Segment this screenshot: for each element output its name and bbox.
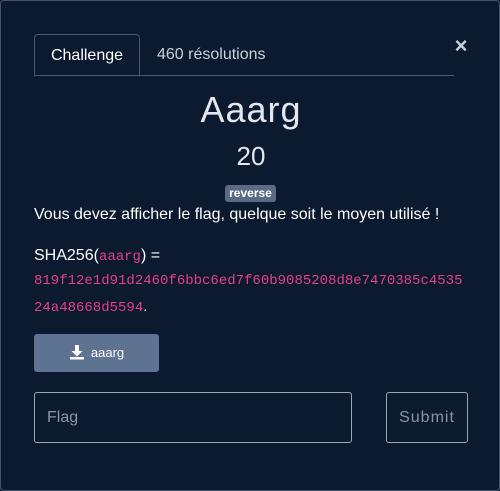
tab-bar: Challenge 460 résolutions (34, 34, 454, 77)
challenge-modal: Challenge 460 résolutions × Aaarg 20 rev… (0, 0, 500, 491)
tab-challenge[interactable]: Challenge (34, 34, 140, 77)
download-icon (69, 345, 84, 360)
sha-suffix: ) = (140, 247, 161, 264)
category-badge: reverse (225, 185, 276, 202)
challenge-title: Aaarg (200, 89, 302, 130)
sha-filename: aaarg (98, 249, 141, 265)
sha-label: SHA256(aaarg) = (34, 247, 160, 265)
flag-input[interactable] (34, 392, 352, 443)
download-label: aaarg (90, 345, 125, 360)
download-button[interactable]: aaarg (34, 334, 159, 372)
tab-resolutions[interactable]: 460 résolutions (141, 34, 282, 76)
hash-line-2: 24a48668d5594. (34, 298, 147, 316)
sha-prefix: SHA256( (34, 247, 99, 264)
challenge-points: 20 (236, 141, 266, 171)
challenge-description: Vous devez afficher le flag, quelque soi… (34, 206, 440, 223)
hash-line-1: 819f12e1d91d2460f6bbc6ed7f60b9085208d8e7… (34, 273, 463, 289)
hash-line-2-text: 24a48668d5594 (34, 300, 144, 316)
submit-button[interactable]: Submit (386, 392, 468, 443)
close-icon[interactable]: × (452, 34, 470, 58)
hash-end: . (143, 298, 148, 314)
